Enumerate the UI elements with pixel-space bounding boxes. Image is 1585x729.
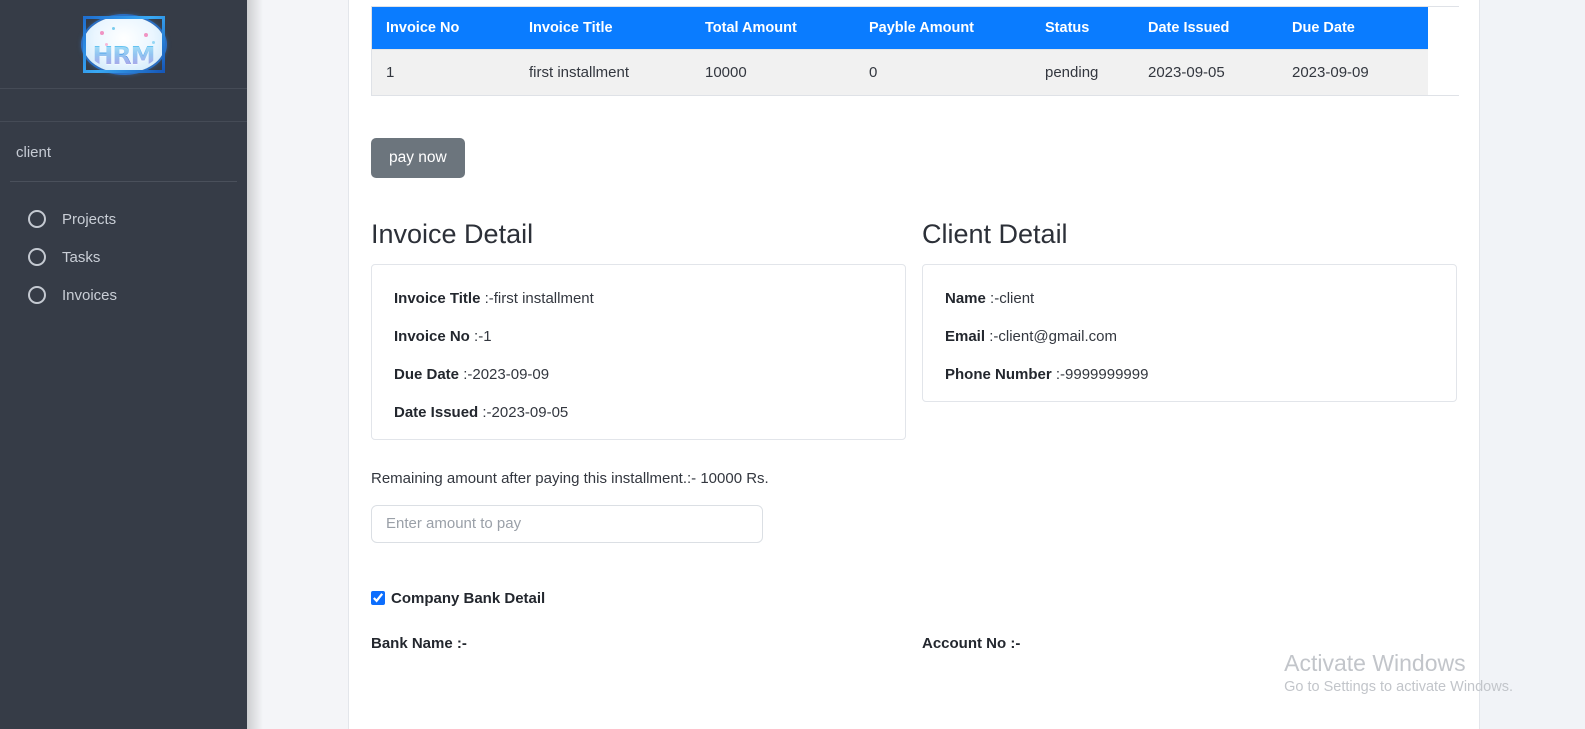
- sidebar-item-projects[interactable]: Projects: [0, 200, 247, 238]
- client-detail-row-name: Name :-client: [945, 283, 1434, 321]
- field-label: Invoice No: [394, 327, 470, 345]
- invoice-detail-row-title: Invoice Title :-first installment: [394, 283, 883, 321]
- field-label: Due Date: [394, 365, 460, 383]
- sidebar-item-label: Projects: [62, 210, 117, 228]
- pay-now-row: pay now: [371, 138, 1457, 178]
- field-label: Name: [945, 289, 986, 307]
- amount-to-pay-input[interactable]: [371, 504, 763, 543]
- field-separator: :-: [459, 365, 473, 383]
- cell-payble-amount: 0: [855, 49, 1031, 95]
- app-root: HRM client Projects Tasks Invoices Invoi…: [0, 0, 1585, 729]
- remaining-amount-text: Remaining amount after paying this insta…: [371, 469, 769, 487]
- invoice-detail-row-date-issued: Date Issued :-2023-09-05: [394, 397, 883, 423]
- field-label: Phone Number: [945, 365, 1052, 383]
- field-value: 1: [483, 327, 492, 345]
- company-bank-detail-label[interactable]: Company Bank Detail: [391, 590, 545, 607]
- sidebar-item-label: Tasks: [62, 248, 101, 266]
- column-header-invoice-title: Invoice Title: [515, 7, 691, 50]
- pay-now-button[interactable]: pay now: [371, 138, 465, 178]
- circle-outline-icon: [28, 286, 46, 304]
- invoice-detail-row-due-date: Due Date :-2023-09-09: [394, 359, 883, 397]
- field-separator: :-: [469, 327, 484, 345]
- invoice-detail-row-no: Invoice No :-1: [394, 321, 883, 359]
- field-value: 2023-09-05: [491, 403, 569, 421]
- sidebar-logo[interactable]: HRM: [0, 0, 247, 88]
- invoice-table-head: Invoice No Invoice Title Total Amount Pa…: [372, 7, 1460, 50]
- company-bank-detail-checkbox[interactable]: [371, 591, 385, 606]
- field-value: first installment: [493, 289, 594, 307]
- invoice-table-body: 1 first installment 10000 0 pending 2023…: [372, 49, 1460, 95]
- sidebar-user-label: client: [16, 144, 52, 161]
- cell-due-date: 2023-09-09: [1278, 49, 1428, 95]
- sidebar-topbar-spacer: [0, 89, 247, 121]
- field-label: Date Issued: [394, 403, 479, 421]
- cell-total-amount: 10000: [691, 49, 855, 95]
- bank-name-field: Bank Name :-: [371, 635, 906, 652]
- status-badge: pending: [1031, 49, 1134, 95]
- client-detail-title: Client Detail: [922, 219, 1068, 249]
- detail-section: Invoice Detail Invoice Title :-first ins…: [371, 219, 1457, 440]
- invoice-table-wrapper: Invoice No Invoice Title Total Amount Pa…: [371, 6, 1460, 96]
- circle-outline-icon: [28, 248, 46, 266]
- sidebar: HRM client Projects Tasks Invoices: [0, 0, 247, 729]
- column-header-status: Status: [1031, 7, 1134, 50]
- invoice-detail-box: Invoice Title :-first installment Invoic…: [371, 263, 906, 440]
- column-header-payble-amount: Payble Amount: [855, 7, 1031, 50]
- column-header-total-amount: Total Amount: [691, 7, 855, 50]
- field-value: client@gmail.com: [998, 327, 1117, 345]
- invoice-table: Invoice No Invoice Title Total Amount Pa…: [372, 7, 1460, 95]
- cell-date-issued: 2023-09-05: [1134, 49, 1278, 95]
- client-detail-row-email: Email :-client@gmail.com: [945, 321, 1434, 359]
- sidebar-item-invoices[interactable]: Invoices: [0, 276, 247, 314]
- field-separator: :-: [985, 289, 1000, 307]
- column-header-actions: [1428, 7, 1460, 50]
- sidebar-item-tasks[interactable]: Tasks: [0, 238, 247, 276]
- field-separator: :-: [985, 327, 999, 345]
- column-header-invoice-no: Invoice No: [372, 7, 515, 50]
- cell-invoice-title: first installment: [515, 49, 691, 95]
- bank-fields-row: Bank Name :- Account No :-: [371, 635, 1457, 652]
- circle-outline-icon: [28, 210, 46, 228]
- account-no-label: Account No :-: [922, 634, 1021, 652]
- account-no-field: Account No :-: [922, 635, 1457, 652]
- main-content-card: Payment Method Invoice No Invoice Title …: [348, 0, 1480, 729]
- cell-invoice-no: 1: [372, 49, 515, 95]
- field-separator: :-: [478, 403, 492, 421]
- logo-text: HRM: [92, 40, 155, 70]
- company-bank-detail-row: Company Bank Detail: [371, 590, 1457, 607]
- client-detail-section: Client Detail Name :-client Email :-clie…: [922, 219, 1457, 440]
- client-detail-box: Name :-client Email :-client@gmail.com P…: [922, 263, 1457, 402]
- field-separator: :-: [480, 289, 494, 307]
- field-value: 9999999999: [1065, 365, 1149, 383]
- cell-actions: [1428, 49, 1460, 95]
- sidebar-nav: Projects Tasks Invoices: [0, 182, 247, 314]
- table-header-row: Invoice No Invoice Title Total Amount Pa…: [372, 7, 1460, 50]
- hrm-logo-icon: HRM: [82, 15, 165, 73]
- column-header-date-issued: Date Issued: [1134, 7, 1278, 50]
- invoice-detail-section: Invoice Detail Invoice Title :-first ins…: [371, 219, 906, 440]
- column-header-due-date: Due Date: [1278, 7, 1428, 50]
- invoice-detail-title: Invoice Detail: [371, 219, 534, 249]
- field-value: 2023-09-09: [472, 365, 550, 383]
- table-row[interactable]: 1 first installment 10000 0 pending 2023…: [372, 49, 1460, 95]
- field-label: Invoice Title: [394, 289, 481, 307]
- field-value: client: [999, 289, 1035, 307]
- sidebar-item-label: Invoices: [62, 286, 118, 304]
- content-gutter: [247, 0, 348, 729]
- bank-name-label: Bank Name :-: [371, 634, 467, 652]
- client-detail-row-phone: Phone Number :-9999999999: [945, 359, 1434, 385]
- field-separator: :-: [1051, 365, 1066, 383]
- field-label: Email: [945, 327, 986, 345]
